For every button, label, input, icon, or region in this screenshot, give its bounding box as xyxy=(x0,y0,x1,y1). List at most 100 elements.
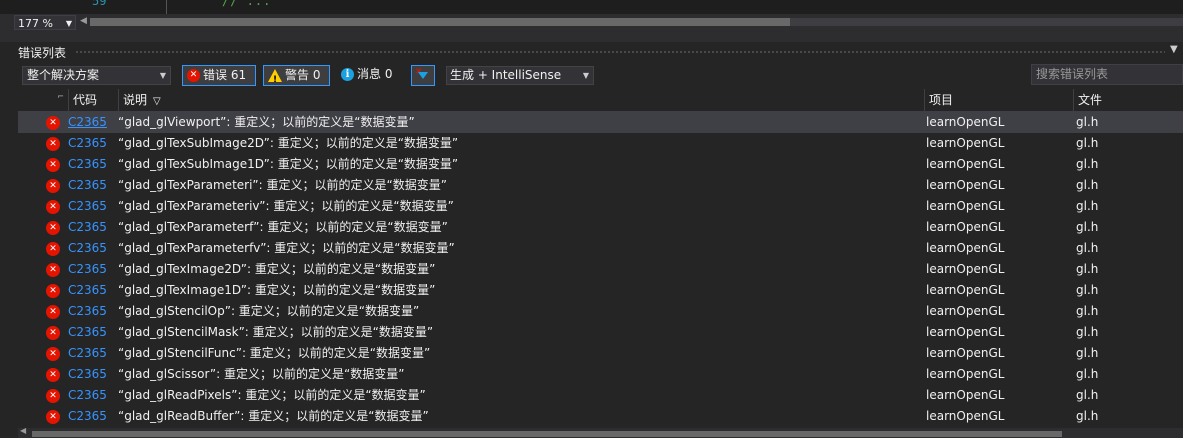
table-row[interactable]: ✕ C2365 “glad_glStencilFunc”: 重定义；以前的定义是“数… xyxy=(18,343,1183,364)
column-header-file-label: 文件 xyxy=(1078,93,1103,107)
error-file: gl.h xyxy=(1076,157,1099,171)
error-description: “glad_glTexParameteri”: 重定义；以前的定义是“数据变量” xyxy=(118,178,447,192)
funnel-icon xyxy=(418,72,428,79)
zoom-level-select[interactable]: 177 % ▼ xyxy=(14,15,76,30)
column-header-project-label: 项目 xyxy=(929,93,954,107)
error-project: learnOpenGL xyxy=(926,136,1005,150)
error-description: “glad_glTexImage2D”: 重定义；以前的定义是“数据变量” xyxy=(118,262,436,276)
error-code-link[interactable]: C2365 xyxy=(68,175,107,196)
error-code-link[interactable]: C2365 xyxy=(68,406,107,427)
error-code-link[interactable]: C2365 xyxy=(68,259,107,280)
table-row[interactable]: ✕ C2365 “glad_glTexParameterfv”: 重定义；以前的定义… xyxy=(18,238,1183,259)
error-file: gl.h xyxy=(1076,136,1099,150)
table-row[interactable]: ✕ C2365 “glad_glStencilMask”: 重定义；以前的定义是“数… xyxy=(18,322,1183,343)
search-placeholder: 搜索错误列表 xyxy=(1036,67,1109,81)
error-description: “glad_glStencilOp”: 重定义；以前的定义是“数据变量” xyxy=(118,304,420,318)
error-file: gl.h xyxy=(1076,325,1099,339)
column-header-file[interactable]: 文件 xyxy=(1073,89,1183,111)
table-body: ✕ C2365 “glad_glViewport”: 重定义；以前的定义是“数据变量… xyxy=(18,112,1183,427)
search-error-list-input[interactable]: 搜索错误列表 xyxy=(1031,64,1183,85)
error-file: gl.h xyxy=(1076,304,1099,318)
panel-title: 错误列表 xyxy=(18,46,67,60)
build-source-dropdown[interactable]: 生成 + IntelliSense ▼ xyxy=(446,66,594,85)
table-row[interactable]: ✕ C2365 “glad_glTexSubImage2D”: 重定义；以前的定义是… xyxy=(18,133,1183,154)
error-file: gl.h xyxy=(1076,283,1099,297)
error-file: gl.h xyxy=(1076,346,1099,360)
error-icon: ✕ xyxy=(46,137,60,151)
table-row[interactable]: ✕ C2365 “glad_glReadBuffer”: 重定义；以前的定义是“数据… xyxy=(18,406,1183,427)
line-number: 59 xyxy=(92,0,107,8)
error-icon: ✕ xyxy=(46,200,60,214)
error-code-link[interactable]: C2365 xyxy=(68,196,107,217)
column-header-code[interactable]: 代码 xyxy=(68,89,118,111)
column-header-code-label: 代码 xyxy=(73,93,98,107)
error-file: gl.h xyxy=(1076,115,1099,129)
error-code-link[interactable]: C2365 xyxy=(68,133,107,154)
error-code-link[interactable]: C2365 xyxy=(68,385,107,406)
table-row[interactable]: ✕ C2365 “glad_glTexSubImage1D”: 重定义；以前的定义是… xyxy=(18,154,1183,175)
panel-menu-icon[interactable]: ▼ xyxy=(1170,44,1178,55)
messages-filter-button[interactable]: i 消息 0 xyxy=(339,65,401,86)
warning-icon xyxy=(268,69,282,90)
error-code-link[interactable]: C2365 xyxy=(68,280,107,301)
error-icon: ✕ xyxy=(46,284,60,298)
error-icon: ✕ xyxy=(46,158,60,172)
table-row[interactable]: ✕ C2365 “glad_glStencilOp”: 重定义；以前的定义是“数据变… xyxy=(18,301,1183,322)
error-description: “glad_glTexSubImage2D”: 重定义；以前的定义是“数据变量” xyxy=(118,136,459,150)
scroll-left-icon[interactable]: ◀ xyxy=(80,16,87,26)
corner-marker-icon: ⌐ xyxy=(57,92,64,101)
column-header-description[interactable]: 说明 ▽ xyxy=(118,89,924,111)
table-row[interactable]: ✕ C2365 “glad_glTexParameteriv”: 重定义；以前的定义… xyxy=(18,196,1183,217)
error-icon: ✕ xyxy=(46,221,60,235)
error-icon: ✕ xyxy=(46,305,60,319)
error-code-link[interactable]: C2365 xyxy=(68,217,107,238)
warnings-filter-button[interactable]: 警告 0 xyxy=(263,65,330,90)
error-code-link[interactable]: C2365 xyxy=(68,112,107,133)
error-code-link[interactable]: C2365 xyxy=(68,364,107,385)
clear-filter-button[interactable]: ✕ xyxy=(411,65,435,86)
error-file: gl.h xyxy=(1076,388,1099,402)
error-code-link[interactable]: C2365 xyxy=(68,238,107,259)
column-header-project[interactable]: 项目 xyxy=(924,89,1073,111)
error-code-link[interactable]: C2365 xyxy=(68,154,107,175)
error-description: “glad_glTexParameteriv”: 重定义；以前的定义是“数据变量… xyxy=(118,199,454,213)
error-description: “glad_glStencilFunc”: 重定义；以前的定义是“数据变量” xyxy=(118,346,431,360)
error-icon: ✕ xyxy=(46,263,60,277)
error-description: “glad_glTexSubImage1D”: 重定义；以前的定义是“数据变量” xyxy=(118,157,459,171)
table-row[interactable]: ✕ C2365 “glad_glReadPixels”: 重定义；以前的定义是“数据… xyxy=(18,385,1183,406)
editor-horizontal-scrollbar-thumb[interactable] xyxy=(90,18,790,26)
error-code-link[interactable]: C2365 xyxy=(68,343,107,364)
code-comment-fragment: // ... xyxy=(222,0,272,8)
error-file: gl.h xyxy=(1076,199,1099,213)
error-project: learnOpenGL xyxy=(926,178,1005,192)
table-scrollbar-thumb[interactable] xyxy=(32,431,1062,437)
error-project: learnOpenGL xyxy=(926,346,1005,360)
sort-descending-icon: ▽ xyxy=(153,96,161,107)
table-row[interactable]: ✕ C2365 “glad_glTexParameteri”: 重定义；以前的定义是… xyxy=(18,175,1183,196)
table-row[interactable]: ✕ C2365 “glad_glScissor”: 重定义；以前的定义是“数据变量”… xyxy=(18,364,1183,385)
table-row[interactable]: ✕ C2365 “glad_glTexImage2D”: 重定义；以前的定义是“数据… xyxy=(18,259,1183,280)
error-project: learnOpenGL xyxy=(926,283,1005,297)
error-file: gl.h xyxy=(1076,241,1099,255)
messages-filter-label: 消息 0 xyxy=(357,67,393,81)
table-horizontal-scrollbar[interactable]: ◀ xyxy=(18,426,1183,438)
column-header-description-label: 说明 xyxy=(123,93,148,107)
chevron-down-icon: ▼ xyxy=(65,19,72,28)
column-header-icon[interactable]: ⌐ xyxy=(18,89,68,111)
editor-horizontal-scrollbar-track[interactable] xyxy=(790,18,1183,26)
error-code-link[interactable]: C2365 xyxy=(68,301,107,322)
scroll-left-icon[interactable]: ◀ xyxy=(20,426,26,435)
table-row[interactable]: ✕ C2365 “glad_glTexImage1D”: 重定义；以前的定义是“数据… xyxy=(18,280,1183,301)
scope-dropdown[interactable]: 整个解决方案 ▼ xyxy=(22,66,171,85)
error-code-link[interactable]: C2365 xyxy=(68,322,107,343)
table-row[interactable]: ✕ C2365 “glad_glViewport”: 重定义；以前的定义是“数据变量… xyxy=(18,112,1183,133)
table-row[interactable]: ✕ C2365 “glad_glTexParameterf”: 重定义；以前的定义是… xyxy=(18,217,1183,238)
errors-filter-button[interactable]: ✕ 错误 61 xyxy=(182,65,256,86)
error-project: learnOpenGL xyxy=(926,115,1005,129)
error-description: “glad_glScissor”: 重定义；以前的定义是“数据变量” xyxy=(118,367,405,381)
panel-drag-handle[interactable] xyxy=(75,50,1165,54)
error-project: learnOpenGL xyxy=(926,325,1005,339)
error-icon: ✕ xyxy=(46,368,60,382)
error-project: learnOpenGL xyxy=(926,241,1005,255)
error-description: “glad_glTexImage1D”: 重定义；以前的定义是“数据变量” xyxy=(118,283,436,297)
